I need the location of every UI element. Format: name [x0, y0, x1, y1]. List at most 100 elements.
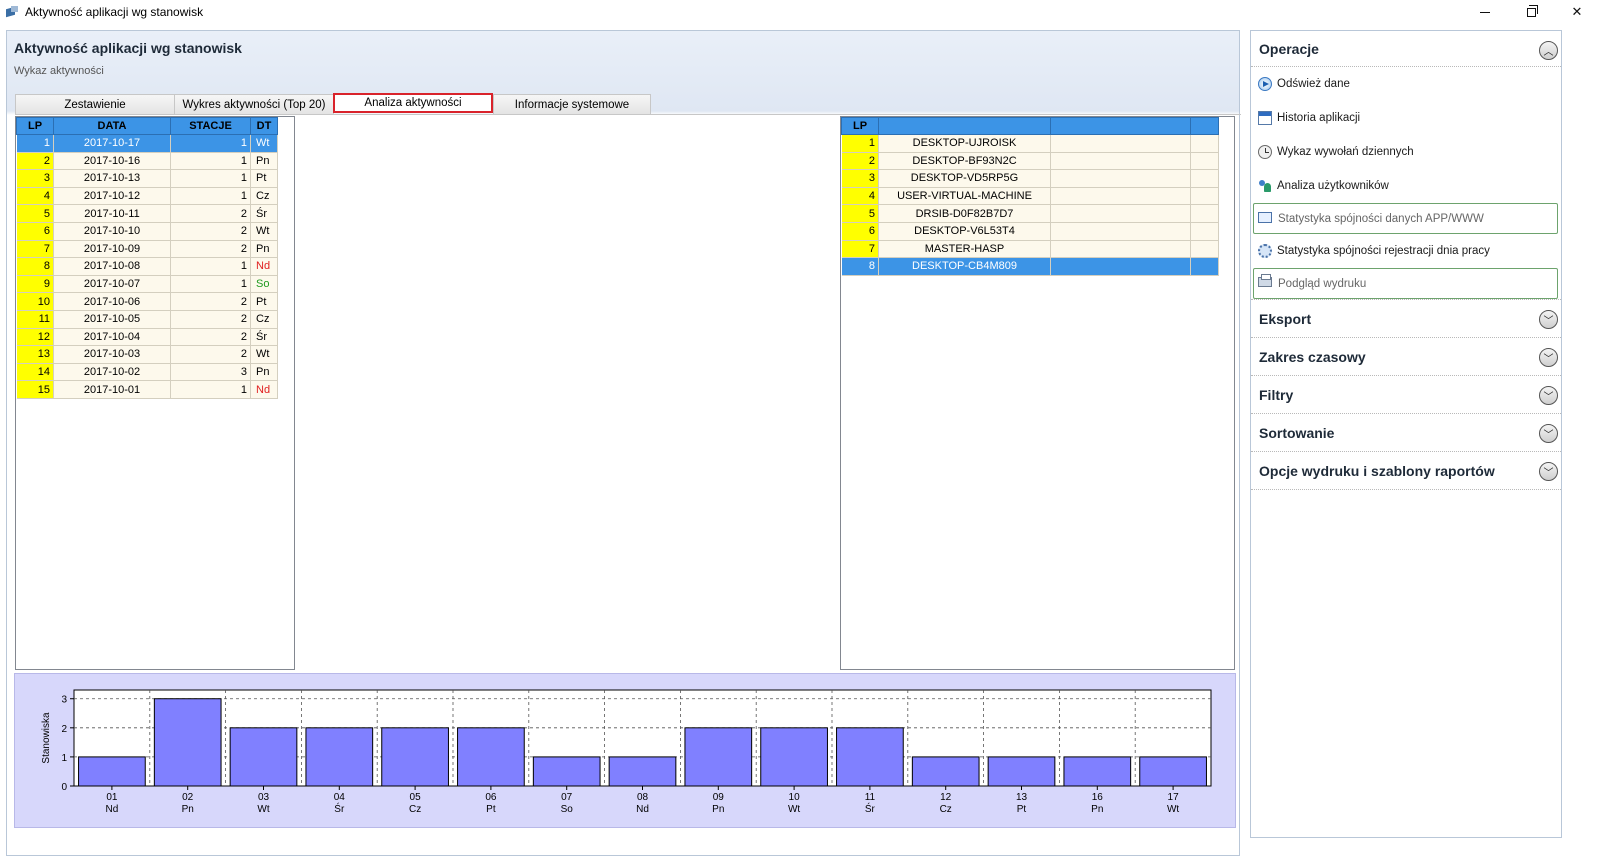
expand-icon[interactable]: ﹀ — [1539, 348, 1558, 367]
cell-lp: 2 — [841, 152, 879, 171]
col-header-stacje[interactable]: STACJE — [170, 117, 251, 135]
expand-icon[interactable]: ﹀ — [1539, 462, 1558, 481]
cell-dt: Pn — [250, 363, 278, 382]
col-header-lp[interactable]: LP — [841, 117, 879, 135]
cell-data: 2017-10-11 — [53, 204, 171, 223]
tab-zestawienie[interactable]: Zestawienie — [15, 94, 175, 114]
section-filtry[interactable]: Filtry ﹀ — [1251, 376, 1561, 414]
analiza-uzytkownikow-link[interactable]: Analiza użytkowników — [1251, 169, 1561, 203]
table-row[interactable]: 3 DESKTOP-VD5RP5G — [841, 169, 1219, 188]
dates-grid[interactable]: LP DATA STACJE DT 1 2017-10-17 1 Wt 2 2017-10… — [15, 116, 295, 670]
y-tick-label: 2 — [61, 724, 67, 735]
expand-icon[interactable]: ﹀ — [1539, 386, 1558, 405]
x-tick-label: 01 — [106, 792, 118, 803]
section-eksport[interactable]: Eksport ﹀ — [1251, 300, 1561, 338]
col-header-station[interactable] — [878, 117, 1051, 135]
bar-04 — [305, 727, 374, 787]
table-row[interactable]: 6 DESKTOP-V6L53T4 — [841, 222, 1219, 241]
close-button[interactable]: ✕ — [1554, 0, 1600, 24]
cell-data: 2017-10-08 — [53, 257, 171, 276]
expand-icon[interactable]: ﹀ — [1539, 310, 1558, 329]
statystyka-app-www-link[interactable]: Statystyka spójności danych APP/WWW — [1253, 203, 1558, 234]
cell-lp: 4 — [841, 187, 879, 206]
table-row[interactable]: 7 MASTER-HASP — [841, 240, 1219, 259]
table-row[interactable]: 6 2017-10-10 2 Wt — [16, 222, 278, 241]
cell-lp: 1 — [841, 134, 879, 153]
section-zakres-czasowy[interactable]: Zakres czasowy ﹀ — [1251, 338, 1561, 376]
bar-03 — [229, 727, 298, 787]
expand-icon[interactable]: ﹀ — [1539, 424, 1558, 443]
tab-informacje-systemowe[interactable]: Informacje systemowe — [493, 94, 651, 114]
bar-11 — [836, 727, 904, 787]
table-row[interactable]: 4 2017-10-12 1 Cz — [16, 187, 278, 206]
section-opcje-wydruku[interactable]: Opcje wydruku i szablony raportów ﹀ — [1251, 452, 1561, 490]
y-tick-label: 1 — [61, 753, 67, 764]
col-header-data[interactable]: DATA — [53, 117, 171, 135]
document-icon — [1258, 111, 1272, 125]
cell-stacje: 2 — [170, 310, 251, 329]
cell-stacje: 1 — [170, 275, 251, 294]
x-tick-sublabel: Cz — [940, 804, 952, 815]
cell-lp: 5 — [16, 204, 54, 223]
minimize-button[interactable] — [1462, 0, 1508, 24]
x-tick-label: 06 — [485, 792, 497, 803]
cell-stacje: 2 — [170, 292, 251, 311]
maximize-button[interactable] — [1508, 0, 1554, 24]
podglad-wydruku-link[interactable]: Podgląd wydruku — [1253, 268, 1558, 299]
stations-header-row: LP — [841, 117, 1219, 135]
table-row[interactable]: 8 2017-10-08 1 Nd — [16, 257, 278, 276]
bar-07 — [532, 756, 601, 787]
odswiez-dane-link[interactable]: Odśwież dane — [1251, 67, 1561, 101]
cell-empty — [1190, 187, 1219, 206]
wykaz-wywolan-link[interactable]: Wykaz wywołań dziennych — [1251, 135, 1561, 169]
table-row[interactable]: 5 DRSIB-D0F82B7D7 — [841, 204, 1219, 223]
table-row[interactable]: 12 2017-10-04 2 Śr — [16, 328, 278, 347]
section-title: Zakres czasowy — [1259, 348, 1366, 365]
table-row[interactable]: 11 2017-10-05 2 Cz — [16, 310, 278, 329]
cell-empty — [1050, 222, 1191, 241]
cell-data: 2017-10-07 — [53, 275, 171, 294]
cell-station-name: DESKTOP-CB4M809 — [878, 257, 1051, 276]
table-row[interactable]: 13 2017-10-03 2 Wt — [16, 345, 278, 364]
x-tick-label: 13 — [1016, 792, 1028, 803]
cell-lp: 2 — [16, 152, 54, 171]
cell-station-name: DESKTOP-VD5RP5G — [878, 169, 1051, 188]
table-row[interactable]: 1 2017-10-17 1 Wt — [16, 134, 278, 153]
col-header-dt[interactable]: DT — [250, 117, 278, 135]
table-row[interactable]: 9 2017-10-07 1 So — [16, 275, 278, 294]
table-row[interactable]: 5 2017-10-11 2 Śr — [16, 204, 278, 223]
cell-stacje: 1 — [170, 169, 251, 188]
tab-wykres-aktywnosci[interactable]: Wykres aktywności (Top 20) — [174, 94, 334, 114]
section-sortowanie[interactable]: Sortowanie ﹀ — [1251, 414, 1561, 452]
table-row[interactable]: 7 2017-10-09 2 Pn — [16, 240, 278, 259]
cell-empty — [1050, 204, 1191, 223]
table-row[interactable]: 3 2017-10-13 1 Pt — [16, 169, 278, 188]
cell-data: 2017-10-01 — [53, 380, 171, 399]
table-row[interactable]: 1 DESKTOP-UJROISK — [841, 134, 1219, 153]
section-operacje[interactable]: Operacje ︿ — [1251, 31, 1561, 67]
item-label: Wykaz wywołań dziennych — [1277, 146, 1414, 158]
table-row[interactable]: 10 2017-10-06 2 Pt — [16, 292, 278, 311]
table-row[interactable]: 14 2017-10-02 3 Pn — [16, 363, 278, 382]
table-row[interactable]: 2 DESKTOP-BF93N2C — [841, 152, 1219, 171]
table-row[interactable]: 4 USER-VIRTUAL-MACHINE — [841, 187, 1219, 206]
collapse-icon[interactable]: ︿ — [1539, 41, 1558, 60]
x-tick-sublabel: Wt — [788, 804, 800, 815]
x-tick-sublabel: Śr — [334, 802, 345, 815]
cell-lp: 12 — [16, 328, 54, 347]
statystyka-rejestracji-link[interactable]: Statystyka spójności rejestracji dnia pr… — [1251, 234, 1561, 268]
tab-analiza-aktywnosci[interactable]: Analiza aktywności — [333, 93, 493, 113]
table-row[interactable]: 15 2017-10-01 1 Nd — [16, 380, 278, 399]
col-header-lp[interactable]: LP — [16, 117, 54, 135]
historia-aplikacji-link[interactable]: Historia aplikacji — [1251, 101, 1561, 135]
dates-table-body: 1 2017-10-17 1 Wt 2 2017-10-16 1 Pn 3 2017-10-13 1… — [16, 134, 278, 399]
x-tick-label: 12 — [940, 792, 952, 803]
stations-grid[interactable]: LP 1 DESKTOP-UJROISK 2 DESKTOP-BF93N2C 3 DESK… — [840, 116, 1235, 670]
table-row[interactable]: 2 2017-10-16 1 Pn — [16, 152, 278, 171]
col-header-extra[interactable] — [1050, 117, 1191, 135]
cell-dt: Pn — [250, 152, 278, 171]
printer-icon — [1258, 274, 1272, 287]
table-row[interactable]: 8 DESKTOP-CB4M809 — [841, 257, 1219, 276]
col-header-extra2[interactable] — [1190, 117, 1219, 135]
page-subtitle: Wykaz aktywności — [14, 65, 104, 77]
